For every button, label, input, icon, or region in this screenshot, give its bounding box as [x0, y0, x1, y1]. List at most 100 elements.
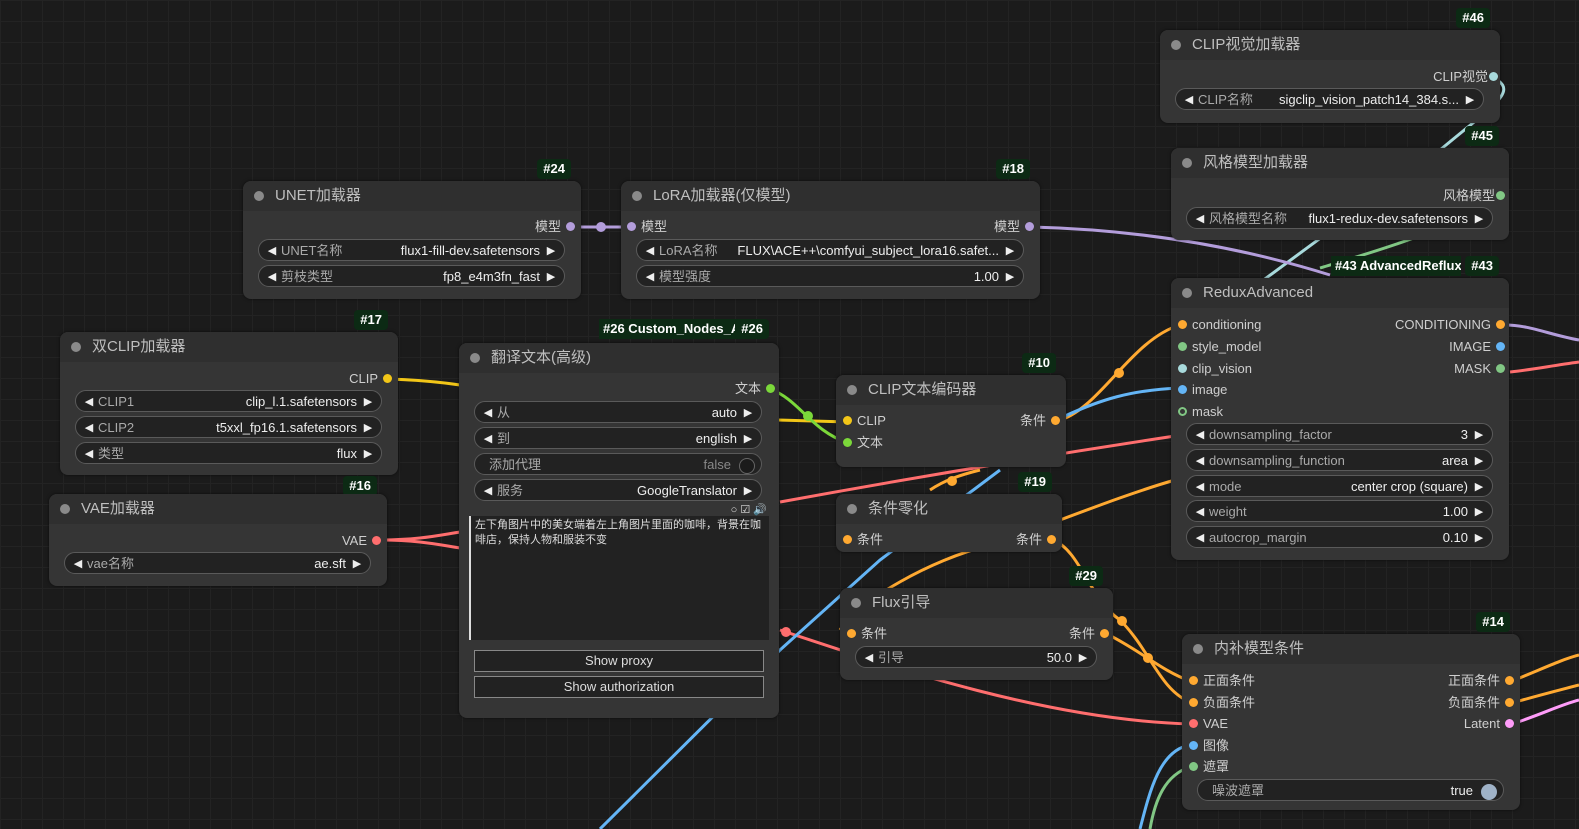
input-pin-icon[interactable] — [1189, 676, 1198, 685]
combo-downsampling-function[interactable]: ◀ downsampling_function area ▶ — [1186, 449, 1493, 471]
arrow-left-icon[interactable]: ◀ — [481, 480, 495, 502]
node-clip-vision-loader[interactable]: #46 CLIP视觉加载器 CLIP视觉 ◀ CLIP名称 sigclip_visi… — [1160, 8, 1500, 123]
combo-mode[interactable]: ◀ mode center crop (square) ▶ — [1186, 475, 1493, 497]
input-slot-conditioning[interactable]: 条件 — [843, 531, 883, 549]
combo-to-language[interactable]: ◀ 到 english ▶ — [474, 427, 762, 449]
node-title[interactable]: 双CLIP加载器 — [60, 332, 398, 362]
input-pin-icon[interactable] — [1189, 719, 1198, 728]
show-proxy-button[interactable]: Show proxy — [474, 650, 764, 672]
arrow-right-icon[interactable]: ▶ — [741, 402, 755, 424]
output-slot-model[interactable]: 模型 — [920, 218, 1034, 236]
input-pin-icon[interactable] — [1189, 762, 1198, 771]
arrow-left-icon[interactable]: ◀ — [862, 647, 876, 669]
collapse-dot-icon[interactable] — [847, 504, 857, 514]
output-pin-icon[interactable] — [1100, 629, 1109, 638]
input-pin-icon[interactable] — [843, 416, 852, 425]
output-slot-conditioning[interactable]: 条件 — [966, 412, 1060, 430]
collapse-dot-icon[interactable] — [470, 353, 480, 363]
number-autocrop-margin[interactable]: ◀ autocrop_margin 0.10 ▶ — [1186, 526, 1493, 548]
input-slot-mask[interactable]: mask — [1178, 403, 1223, 421]
input-pin-icon[interactable] — [847, 629, 856, 638]
arrow-right-icon[interactable]: ▶ — [1472, 501, 1486, 523]
input-pin-icon[interactable] — [843, 535, 852, 544]
output-pin-icon[interactable] — [1025, 222, 1034, 231]
combo-vae-name[interactable]: ◀ vae名称 ae.sft ▶ — [64, 552, 371, 574]
arrow-left-icon[interactable]: ◀ — [643, 240, 657, 262]
speaker-icon[interactable]: 🔊 — [753, 504, 767, 516]
input-pin-icon[interactable] — [1178, 407, 1187, 416]
node-title[interactable]: CLIP视觉加载器 — [1160, 30, 1500, 60]
arrow-left-icon[interactable]: ◀ — [82, 443, 96, 465]
input-pin-icon[interactable] — [1178, 320, 1187, 329]
collapse-dot-icon[interactable] — [71, 342, 81, 352]
input-slot-negative[interactable]: 负面条件 — [1189, 694, 1255, 712]
node-title[interactable]: VAE加载器 — [49, 494, 387, 524]
input-pin-icon[interactable] — [1178, 364, 1187, 373]
arrow-right-icon[interactable]: ▶ — [544, 240, 558, 262]
arrow-left-icon[interactable]: ◀ — [265, 266, 279, 288]
arrow-right-icon[interactable]: ▶ — [1463, 89, 1477, 111]
collapse-dot-icon[interactable] — [254, 191, 264, 201]
collapse-dot-icon[interactable] — [851, 598, 861, 608]
number-downsampling-factor[interactable]: ◀ downsampling_factor 3 ▶ — [1186, 423, 1493, 445]
node-vae-loader[interactable]: #16 VAE加载器 VAE ◀ vae名称 ae.sft ▶ — [49, 476, 387, 586]
input-pin-icon[interactable] — [1189, 741, 1198, 750]
output-slot-image[interactable]: IMAGE — [1351, 338, 1505, 356]
toggle-knob-icon[interactable] — [739, 458, 755, 474]
input-pin-icon[interactable] — [1178, 342, 1187, 351]
node-conditioning-zero-out[interactable]: #19 条件零化 条件 条件 — [836, 472, 1062, 552]
node-title[interactable]: UNET加载器 — [243, 181, 581, 211]
output-pin-icon[interactable] — [1496, 191, 1505, 200]
node-title[interactable]: 条件零化 — [836, 494, 1062, 524]
collapse-dot-icon[interactable] — [847, 385, 857, 395]
node-style-model-loader[interactable]: #45 风格模型加载器 风格模型 ◀ 风格模型名称 flux1-redux-dev.… — [1171, 126, 1509, 240]
toggle-add-proxy[interactable]: 添加代理 false — [474, 453, 762, 475]
output-pin-icon[interactable] — [1496, 364, 1505, 373]
arrow-right-icon[interactable]: ▶ — [741, 480, 755, 502]
arrow-right-icon[interactable]: ▶ — [741, 428, 755, 450]
combo-clip-name[interactable]: ◀ CLIP名称 sigclip_vision_patch14_384.s... ▶ — [1175, 88, 1484, 110]
output-slot-latent[interactable]: Latent — [1380, 715, 1514, 733]
arrow-right-icon[interactable]: ▶ — [350, 553, 364, 575]
arrow-left-icon[interactable]: ◀ — [1182, 89, 1196, 111]
node-unet-loader[interactable]: #24 UNET加载器 模型 ◀ UNET名称 flux1-fill-dev.saf… — [243, 159, 581, 299]
output-pin-icon[interactable] — [1496, 342, 1505, 351]
output-slot-conditioning[interactable]: 条件 — [1015, 625, 1109, 643]
output-pin-icon[interactable] — [1047, 535, 1056, 544]
arrow-right-icon[interactable]: ▶ — [1472, 450, 1486, 472]
arrow-left-icon[interactable]: ◀ — [481, 402, 495, 424]
arrow-right-icon[interactable]: ▶ — [1472, 208, 1486, 230]
arrow-left-icon[interactable]: ◀ — [71, 553, 85, 575]
collapse-dot-icon[interactable] — [1171, 40, 1181, 50]
input-pin-icon[interactable] — [627, 222, 636, 231]
combo-unet-name[interactable]: ◀ UNET名称 flux1-fill-dev.safetensors ▶ — [258, 239, 565, 261]
collapse-dot-icon[interactable] — [60, 504, 70, 514]
input-slot-clip-vision[interactable]: clip_vision — [1178, 360, 1252, 378]
input-slot-conditioning[interactable]: 条件 — [847, 625, 887, 643]
node-title[interactable]: 翻译文本(高级) — [459, 343, 779, 373]
output-pin-icon[interactable] — [766, 384, 775, 393]
collapse-dot-icon[interactable] — [1182, 158, 1192, 168]
output-pin-icon[interactable] — [383, 374, 392, 383]
arrow-left-icon[interactable]: ◀ — [481, 428, 495, 450]
number-model-strength[interactable]: ◀ 模型强度 1.00 ▶ — [636, 265, 1024, 287]
arrow-right-icon[interactable]: ▶ — [1472, 527, 1486, 549]
input-slot-vae[interactable]: VAE — [1189, 715, 1228, 733]
input-slot-text[interactable]: 文本 — [843, 434, 883, 452]
prompt-textarea[interactable]: 左下角图片中的美女端着左上角图片里面的咖啡，背景在咖啡店，保持人物和服装不变 — [469, 516, 769, 640]
input-slot-style-model[interactable]: style_model — [1178, 338, 1261, 356]
node-title[interactable]: LoRA加载器(仅模型) — [621, 181, 1040, 211]
node-title[interactable]: ReduxAdvanced — [1171, 278, 1509, 308]
output-slot-model[interactable]: 模型 — [461, 218, 575, 236]
arrow-left-icon[interactable]: ◀ — [1193, 527, 1207, 549]
arrow-right-icon[interactable]: ▶ — [544, 266, 558, 288]
combo-clip2[interactable]: ◀ CLIP2 t5xxl_fp16.1.safetensors ▶ — [75, 416, 382, 438]
toggle-knob-icon[interactable] — [1481, 784, 1497, 800]
arrow-left-icon[interactable]: ◀ — [1193, 476, 1207, 498]
show-authorization-button[interactable]: Show authorization — [474, 676, 764, 698]
input-pin-icon[interactable] — [1189, 698, 1198, 707]
output-pin-icon[interactable] — [1505, 698, 1514, 707]
output-slot-positive[interactable]: 正面条件 — [1380, 672, 1514, 690]
combo-service[interactable]: ◀ 服务 GoogleTranslator ▶ — [474, 479, 762, 501]
output-pin-icon[interactable] — [1505, 719, 1514, 728]
